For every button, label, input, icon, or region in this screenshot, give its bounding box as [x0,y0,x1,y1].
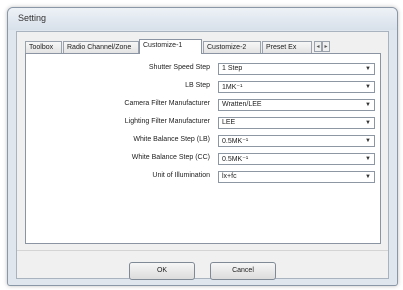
lb-step-dropdown[interactable]: 1MK⁻¹ ▼ [218,81,375,93]
tab-scroll-right-icon[interactable]: ▸ [322,41,330,52]
white-balance-step-cc-label: White Balance Step (CC) [131,154,210,161]
tab-strip: Toolbox Radio Channel/Zone Customize-1 C… [25,39,381,54]
tab-customize-1[interactable]: Customize-1 [139,39,202,54]
customize-1-panel: Shutter Speed Step 1 Step ▼ LB Step 1MK⁻… [25,53,381,244]
ok-button[interactable]: OK [129,262,195,280]
lb-step-label: LB Step [185,82,210,89]
setting-dialog: Setting Toolbox Radio Channel/Zone Custo… [7,7,398,286]
dialog-body: Toolbox Radio Channel/Zone Customize-1 C… [16,31,389,280]
camera-filter-manufacturer-dropdown[interactable]: Wratten/LEE ▼ [218,99,375,111]
chevron-down-icon: ▼ [365,102,371,108]
lighting-filter-manufacturer-label: Lighting Filter Manufacturer [124,118,210,125]
tab-customize-2[interactable]: Customize-2 [203,41,261,53]
chevron-down-icon: ▼ [365,138,371,144]
unit-of-illumination-label: Unit of Illumination [152,172,210,179]
setting-row: Camera Filter Manufacturer Wratten/LEE ▼ [26,99,380,111]
white-balance-step-lb-dropdown[interactable]: 0.5MK⁻¹ ▼ [218,135,375,147]
tab-preset-ex[interactable]: Preset Ex [262,41,312,53]
chevron-down-icon: ▼ [365,156,371,162]
setting-row: Lighting Filter Manufacturer LEE ▼ [26,117,380,129]
setting-row: LB Step 1MK⁻¹ ▼ [26,81,380,93]
window-title: Setting [18,13,47,23]
chevron-down-icon: ▼ [365,84,371,90]
chevron-down-icon: ▼ [365,120,371,126]
setting-row: Shutter Speed Step 1 Step ▼ [26,63,380,75]
footer-divider [17,250,388,251]
tab-toolbox[interactable]: Toolbox [25,41,62,53]
title-bar[interactable]: Setting [8,8,397,30]
white-balance-step-lb-label: White Balance Step (LB) [133,136,210,143]
tab-radio-channel-zone[interactable]: Radio Channel/Zone [63,41,139,53]
camera-filter-manufacturer-label: Camera Filter Manufacturer [124,100,210,107]
chevron-down-icon: ▼ [365,174,371,180]
lighting-filter-manufacturer-dropdown[interactable]: LEE ▼ [218,117,375,129]
shutter-speed-step-dropdown[interactable]: 1 Step ▼ [218,63,375,75]
unit-of-illumination-dropdown[interactable]: lx+fc ▼ [218,171,375,183]
white-balance-step-cc-dropdown[interactable]: 0.5MK⁻¹ ▼ [218,153,375,165]
setting-row: White Balance Step (LB) 0.5MK⁻¹ ▼ [26,135,380,147]
tab-scroll-left-icon[interactable]: ◂ [314,41,322,52]
cancel-button[interactable]: Cancel [210,262,276,280]
setting-row: White Balance Step (CC) 0.5MK⁻¹ ▼ [26,153,380,165]
setting-row: Unit of Illumination lx+fc ▼ [26,171,380,183]
chevron-down-icon: ▼ [365,66,371,72]
shutter-speed-step-label: Shutter Speed Step [148,64,210,71]
